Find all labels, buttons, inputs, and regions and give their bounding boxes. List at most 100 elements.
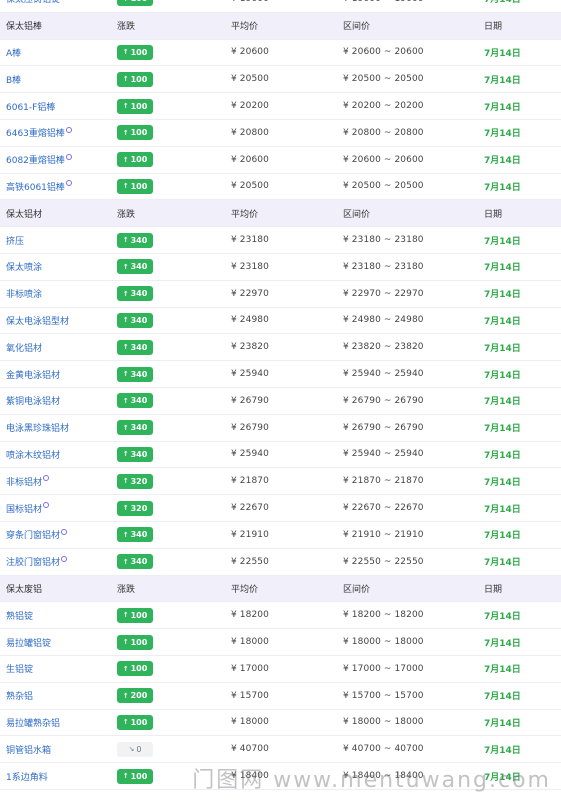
product-name[interactable]: A棒	[6, 40, 21, 66]
product-name[interactable]: 6061-F铝棒	[6, 93, 55, 119]
avg-price-text: ¥ 20800	[231, 127, 269, 138]
up-arrow-icon: ↑	[122, 557, 129, 566]
change-cell: ↑ 340	[117, 308, 153, 334]
product-link[interactable]: 非标喷涂	[6, 287, 42, 300]
product-link[interactable]: 挤压	[6, 234, 24, 247]
range-price-text: ¥ 25940 ~ 25940	[343, 449, 424, 460]
change-badge: ↑100	[117, 152, 153, 168]
date-text: 7月14日	[484, 263, 521, 274]
avg-price-text: ¥ 19000	[231, 0, 269, 4]
product-link[interactable]: 易拉罐铝锭	[6, 636, 51, 649]
product-name[interactable]: 易拉罐熟杂铝	[6, 710, 60, 736]
date-cell: 7月14日	[484, 736, 521, 762]
change-badge: ↑ 340	[117, 286, 153, 302]
date-cell: 7月14日	[484, 629, 521, 655]
date-text: 7月14日	[484, 102, 521, 113]
change-badge: ↑ 340	[117, 393, 153, 409]
product-name[interactable]: 国标铝材	[6, 495, 50, 521]
product-name[interactable]: 6082重熔铝棒	[6, 147, 72, 173]
product-name[interactable]: 非标铝材	[6, 468, 50, 494]
product-link[interactable]: 1系边角料	[6, 770, 48, 783]
product-name[interactable]: 电泳黑珍珠铝材	[6, 415, 69, 441]
avg-price-text: ¥ 20600	[231, 154, 269, 165]
product-link[interactable]: 非标铝材	[6, 475, 42, 488]
product-link[interactable]: 国标铝材	[6, 502, 42, 515]
product-link[interactable]: 保太喷涂	[6, 260, 42, 273]
product-name[interactable]: 穿条门窗铝材	[6, 522, 68, 548]
product-name[interactable]: 铜管铝水箱	[6, 736, 51, 762]
range-price: ¥ 20500 ~ 20500	[343, 174, 424, 200]
product-link[interactable]: 铜管铝水箱	[6, 743, 51, 756]
product-name[interactable]: 金黄电泳铝材	[6, 361, 60, 387]
product-name[interactable]: 保太喷涂	[6, 254, 42, 280]
product-link[interactable]: 生铝锭	[6, 662, 33, 675]
product-name[interactable]: 熟杂铝	[6, 683, 33, 709]
product-link[interactable]: 6061-F铝棒	[6, 100, 55, 113]
product-link[interactable]: 电泳黑珍珠铝材	[6, 421, 69, 434]
range-price-text: ¥ 22670 ~ 22670	[343, 503, 424, 514]
date-text: 7月14日	[484, 531, 521, 542]
product-name[interactable]: 保太电泳铝型材	[6, 308, 69, 334]
product-name[interactable]: 1系边角料	[6, 763, 48, 789]
avg-price: ¥ 23180	[231, 227, 269, 253]
avg-price: ¥ 26790	[231, 415, 269, 441]
product-link[interactable]: 注胶门窗铝材	[6, 555, 60, 568]
product-link[interactable]: 氧化铝材	[6, 341, 42, 354]
info-mark-icon	[65, 153, 72, 160]
product-link[interactable]: 易拉罐熟杂铝	[6, 716, 60, 729]
product-link[interactable]: 6463重熔铝棒	[6, 126, 65, 139]
change-value: 100	[130, 664, 148, 674]
table-row: A棒 ↑ 100 ¥ 20600 ¥ 20600 ~ 20600 7月14日	[0, 40, 561, 67]
change-cell: ↑ 340	[117, 522, 153, 548]
change-badge: ↑ 340	[117, 339, 153, 355]
change-cell: ↑ 340	[117, 415, 153, 441]
product-name[interactable]: 注胶门窗铝材	[6, 549, 68, 575]
product-link[interactable]: 熟杂铝	[6, 689, 33, 702]
range-price-text: ¥ 25940 ~ 25940	[343, 369, 424, 380]
avg-price-text: ¥ 26790	[231, 395, 269, 406]
product-name[interactable]: B棒	[6, 66, 21, 92]
range-price: ¥ 40700 ~ 40700	[343, 736, 424, 762]
up-arrow-icon: ↑	[122, 289, 129, 298]
product-name[interactable]: 喷涂木纹铝材	[6, 442, 60, 468]
table-row: 氧化铝材 ↑ 340 ¥ 23820 ¥ 23820 ~ 23820 7月14日	[0, 334, 561, 362]
range-price: ¥ 15700 ~ 15700	[343, 683, 424, 709]
table-row: 保太喷涂 ↑ 340 ¥ 23180 ¥ 23180 ~ 23180 7月14日	[0, 254, 561, 281]
product-link[interactable]: 6082重熔铝棒	[6, 153, 65, 166]
product-link[interactable]: 喷涂木纹铝材	[6, 448, 60, 461]
product-name[interactable]: 易拉罐铝锭	[6, 629, 51, 655]
avg-price: ¥ 20600	[231, 40, 269, 66]
product-name[interactable]: 非标喷涂	[6, 281, 42, 307]
range-price: ¥ 24980 ~ 24980	[343, 308, 424, 334]
product-link[interactable]: B棒	[6, 73, 21, 86]
product-link[interactable]: 金黄电泳铝材	[6, 368, 60, 381]
avg-price: ¥ 23180	[231, 254, 269, 280]
product-name[interactable]: 保太压铸铝锭	[6, 0, 60, 12]
column-header-change: 涨跌	[117, 584, 136, 595]
up-arrow-icon: ↑	[122, 370, 129, 379]
change-badge: ↑ 340	[117, 232, 153, 248]
product-name[interactable]: 生铝锭	[6, 656, 33, 682]
change-cell: ↑ 200	[117, 683, 153, 709]
product-link[interactable]: A棒	[6, 46, 21, 59]
change-value: 340	[130, 342, 148, 352]
product-name[interactable]: 紫铜电泳铝材	[6, 388, 60, 414]
product-name[interactable]: 挤压	[6, 227, 24, 253]
avg-price-text: ¥ 26790	[231, 422, 269, 433]
product-link[interactable]: 紫铜电泳铝材	[6, 394, 60, 407]
product-name[interactable]: 熟铝锭	[6, 602, 33, 628]
product-link[interactable]: 高铁6061铝棒	[6, 180, 65, 193]
product-name[interactable]: 6463重熔铝棒	[6, 120, 72, 146]
change-badge: ↑ 320	[117, 473, 153, 489]
up-arrow-icon: ↑	[122, 396, 129, 405]
product-link[interactable]: 熟铝锭	[6, 609, 33, 622]
change-badge: ↑100	[117, 634, 153, 650]
product-link[interactable]: 穿条门窗铝材	[6, 528, 60, 541]
product-link[interactable]: 保太电泳铝型材	[6, 314, 69, 327]
table-row: 6463重熔铝棒 ↑ 100 ¥ 20800 ¥ 20800 ~ 20800 7月14日	[0, 120, 561, 147]
product-name[interactable]: 高铁6061铝棒	[6, 174, 72, 200]
change-cell: ↑100	[117, 710, 153, 736]
change-badge: ↑ 340	[117, 259, 153, 275]
product-name[interactable]: 氧化铝材	[6, 334, 42, 360]
product-link[interactable]: 保太压铸铝锭	[6, 0, 60, 5]
